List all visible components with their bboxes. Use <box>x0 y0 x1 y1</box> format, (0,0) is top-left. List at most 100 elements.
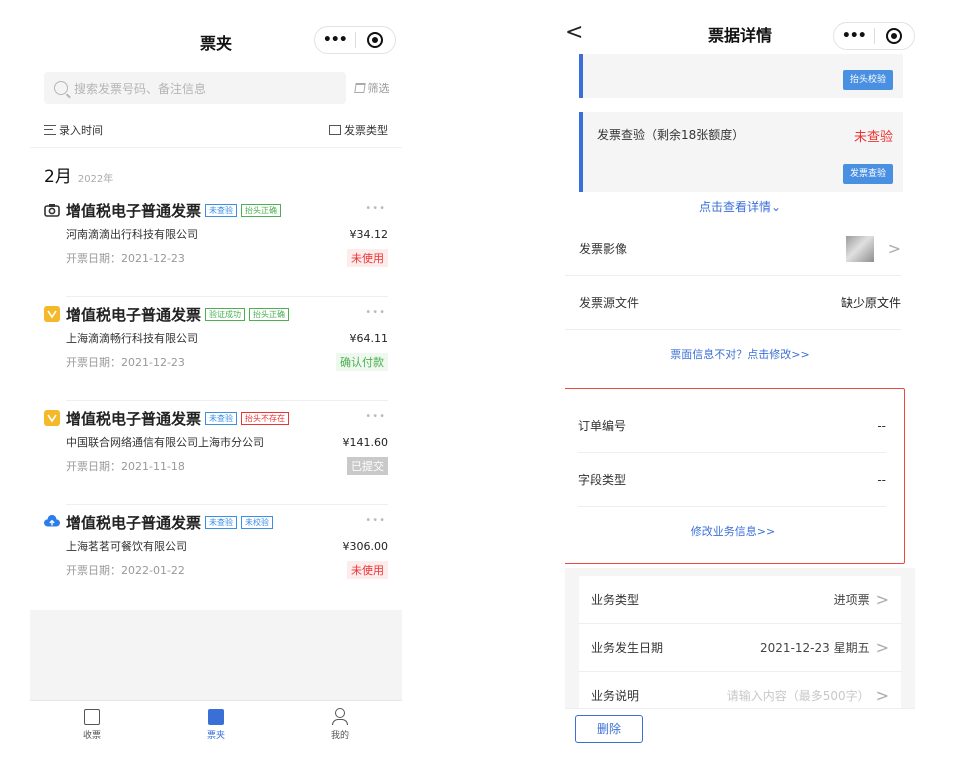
edit-business-info-link[interactable]: 修改业务信息>> <box>565 507 904 557</box>
invoice-title: 增值税电子普通发票 <box>66 201 202 220</box>
status-badge: 已提交 <box>347 457 388 475</box>
more-menu-icon[interactable]: ••• <box>834 28 874 44</box>
invoice-verify-button[interactable]: 发票查验 <box>842 164 893 184</box>
field-type-row: 字段类型 -- <box>578 453 886 507</box>
chevron-right-icon: > <box>887 239 901 258</box>
tab-label: 收票 <box>82 730 101 741</box>
invoice-amount: ¥141.60 <box>342 435 389 449</box>
folder-icon <box>208 708 224 725</box>
search-icon <box>54 81 68 95</box>
close-miniapp-icon[interactable] <box>356 32 396 48</box>
nav-bar: < 票据详情 ••• <box>565 18 915 54</box>
tab-folder[interactable]: 票夹 <box>154 701 278 748</box>
tab-receive[interactable]: 收票 <box>30 701 154 748</box>
tab-label: 票夹 <box>206 730 225 741</box>
user-icon-body <box>332 719 348 725</box>
verify-status: 未查验 <box>853 130 893 145</box>
sort-icon <box>44 124 56 135</box>
business-card: 业务类型 进项票 > 业务发生日期 2021-12-23 星期五 > 业务说明 请输… <box>579 576 901 720</box>
row-label: 业务说明 <box>591 689 640 703</box>
invoice-detail-screen: < 票据详情 ••• 抬头校验 发票查验（剩余18张额度） 未查验 发票查验 点… <box>565 18 915 748</box>
invoice-folder-screen: 票夹 ••• 搜索发票号码、备注信息 筛选 录入时间 发票类型 2月 2022年 <box>30 18 402 748</box>
row-label: 业务类型 <box>591 593 640 607</box>
business-date-row[interactable]: 业务发生日期 2021-12-23 星期五 > <box>579 624 901 672</box>
invoice-image-row[interactable]: 发票影像 > <box>565 222 901 276</box>
more-options-icon[interactable]: ••• <box>365 411 386 422</box>
chevron-right-icon: > <box>875 686 889 705</box>
sort-by-type-button[interactable]: 发票类型 <box>329 122 388 138</box>
more-options-icon[interactable]: ••• <box>365 307 386 318</box>
invoice-title: 增值税电子普通发票 <box>66 409 202 428</box>
edit-invoice-link[interactable]: 票面信息不对？点击修改>> <box>565 330 915 380</box>
invoice-title: 增值税电子普通发票 <box>66 305 202 324</box>
invoice-company: 上海滴滴畅行科技有限公司 <box>66 332 198 345</box>
invoice-date: 开票日期：2022-01-22 <box>66 564 185 577</box>
close-miniapp-icon[interactable] <box>875 28 915 44</box>
row-label: 业务发生日期 <box>591 641 664 655</box>
tab-label: 我的 <box>330 731 349 741</box>
header-verify-button[interactable]: 抬头校验 <box>842 70 893 90</box>
tab-mine[interactable]: 我的 <box>278 701 402 748</box>
row-label: 发票影像 <box>579 242 628 256</box>
invoice-tag: 抬头不存在 <box>241 411 290 425</box>
more-menu-icon[interactable]: ••• <box>315 32 355 48</box>
miniapp-capsule: ••• <box>833 22 915 50</box>
order-number-row: 订单编号 -- <box>578 399 886 453</box>
sort-by-time-button[interactable]: 录入时间 <box>44 122 103 138</box>
row-label: 字段类型 <box>578 473 627 487</box>
verify-title: 发票查验（剩余18张额度） <box>597 128 745 142</box>
wechat-icon <box>44 410 60 426</box>
status-badge: 确认付款 <box>336 353 388 371</box>
invoice-company: 河南滴滴出行科技有限公司 <box>66 228 198 241</box>
row-value: -- <box>877 418 886 433</box>
invoice-date: 开票日期：2021-12-23 <box>66 252 185 265</box>
empty-area <box>30 610 402 700</box>
invoice-item[interactable]: 增值税电子普通发票 未查验 抬头正确 ••• 河南滴滴出行科技有限公司 ¥34.… <box>30 193 402 297</box>
invoice-item[interactable]: 增值税电子普通发票 验证成功 抬头正确 ••• 上海滴滴畅行科技有限公司 ¥64… <box>30 297 402 401</box>
invoice-item[interactable]: 增值税电子普通发票 未查验 未校验 ••• 上海茗茗可餐饮有限公司 ¥306.0… <box>30 505 402 609</box>
row-label: 发票源文件 <box>579 296 640 310</box>
invoice-date: 开票日期：2021-12-23 <box>66 356 185 369</box>
invoice-tag: 验证成功 <box>205 307 246 321</box>
business-type-row[interactable]: 业务类型 进项票 > <box>579 576 901 624</box>
view-details-link[interactable]: 点击查看详情⌄ <box>565 192 915 222</box>
user-icon <box>335 708 345 718</box>
invoice-thumbnail[interactable] <box>845 235 874 262</box>
invoice-tag: 未查验 <box>205 515 238 529</box>
status-badge: 未使用 <box>347 561 388 579</box>
receipt-icon <box>84 708 100 725</box>
invoice-verify-card: 发票查验（剩余18张额度） 未查验 发票查验 <box>579 112 903 192</box>
year-label: 2022年 <box>77 174 114 185</box>
month-header: 2月 2022年 <box>30 148 402 193</box>
invoice-company: 中国联合网络通信有限公司上海市分公司 <box>66 436 264 449</box>
invoice-title: 增值税电子普通发票 <box>66 513 202 532</box>
wechat-icon <box>44 306 60 322</box>
highlighted-business-fields: 订单编号 -- 字段类型 -- 修改业务信息>> <box>565 388 905 564</box>
chevron-right-icon: > <box>875 590 889 609</box>
status-badge: 未使用 <box>347 249 388 267</box>
invoice-company: 上海茗茗可餐饮有限公司 <box>66 540 187 553</box>
filter-label: 筛选 <box>367 82 390 95</box>
more-options-icon[interactable]: ••• <box>365 515 386 526</box>
bottom-action-bar: 删除 <box>565 708 915 748</box>
row-value: 进项票 <box>833 593 870 607</box>
more-options-icon[interactable]: ••• <box>365 203 386 214</box>
row-label: 订单编号 <box>578 419 627 433</box>
invoice-item[interactable]: 增值税电子普通发票 未查验 抬头不存在 ••• 中国联合网络通信有限公司上海市分… <box>30 401 402 505</box>
sort-row: 录入时间 发票类型 <box>30 112 402 148</box>
business-desc-input[interactable]: 请输入内容（最多500字） <box>727 687 870 704</box>
filter-button[interactable]: 筛选 <box>346 80 398 96</box>
invoice-tag: 未查验 <box>205 411 238 425</box>
invoice-tag: 未查验 <box>205 203 238 217</box>
type-icon <box>329 124 341 135</box>
invoice-tag: 未校验 <box>241 515 274 529</box>
search-input[interactable]: 搜索发票号码、备注信息 <box>44 72 346 104</box>
search-row: 搜索发票号码、备注信息 筛选 <box>44 70 398 106</box>
nav-bar: 票夹 ••• <box>30 18 402 62</box>
sort-time-label: 录入时间 <box>59 123 103 137</box>
miniapp-capsule: ••• <box>314 26 396 54</box>
row-value: -- <box>877 472 886 487</box>
delete-button[interactable]: 删除 <box>575 715 643 743</box>
invoice-list: 增值税电子普通发票 未查验 抬头正确 ••• 河南滴滴出行科技有限公司 ¥34.… <box>30 193 402 609</box>
invoice-tag: 抬头正确 <box>241 203 282 217</box>
